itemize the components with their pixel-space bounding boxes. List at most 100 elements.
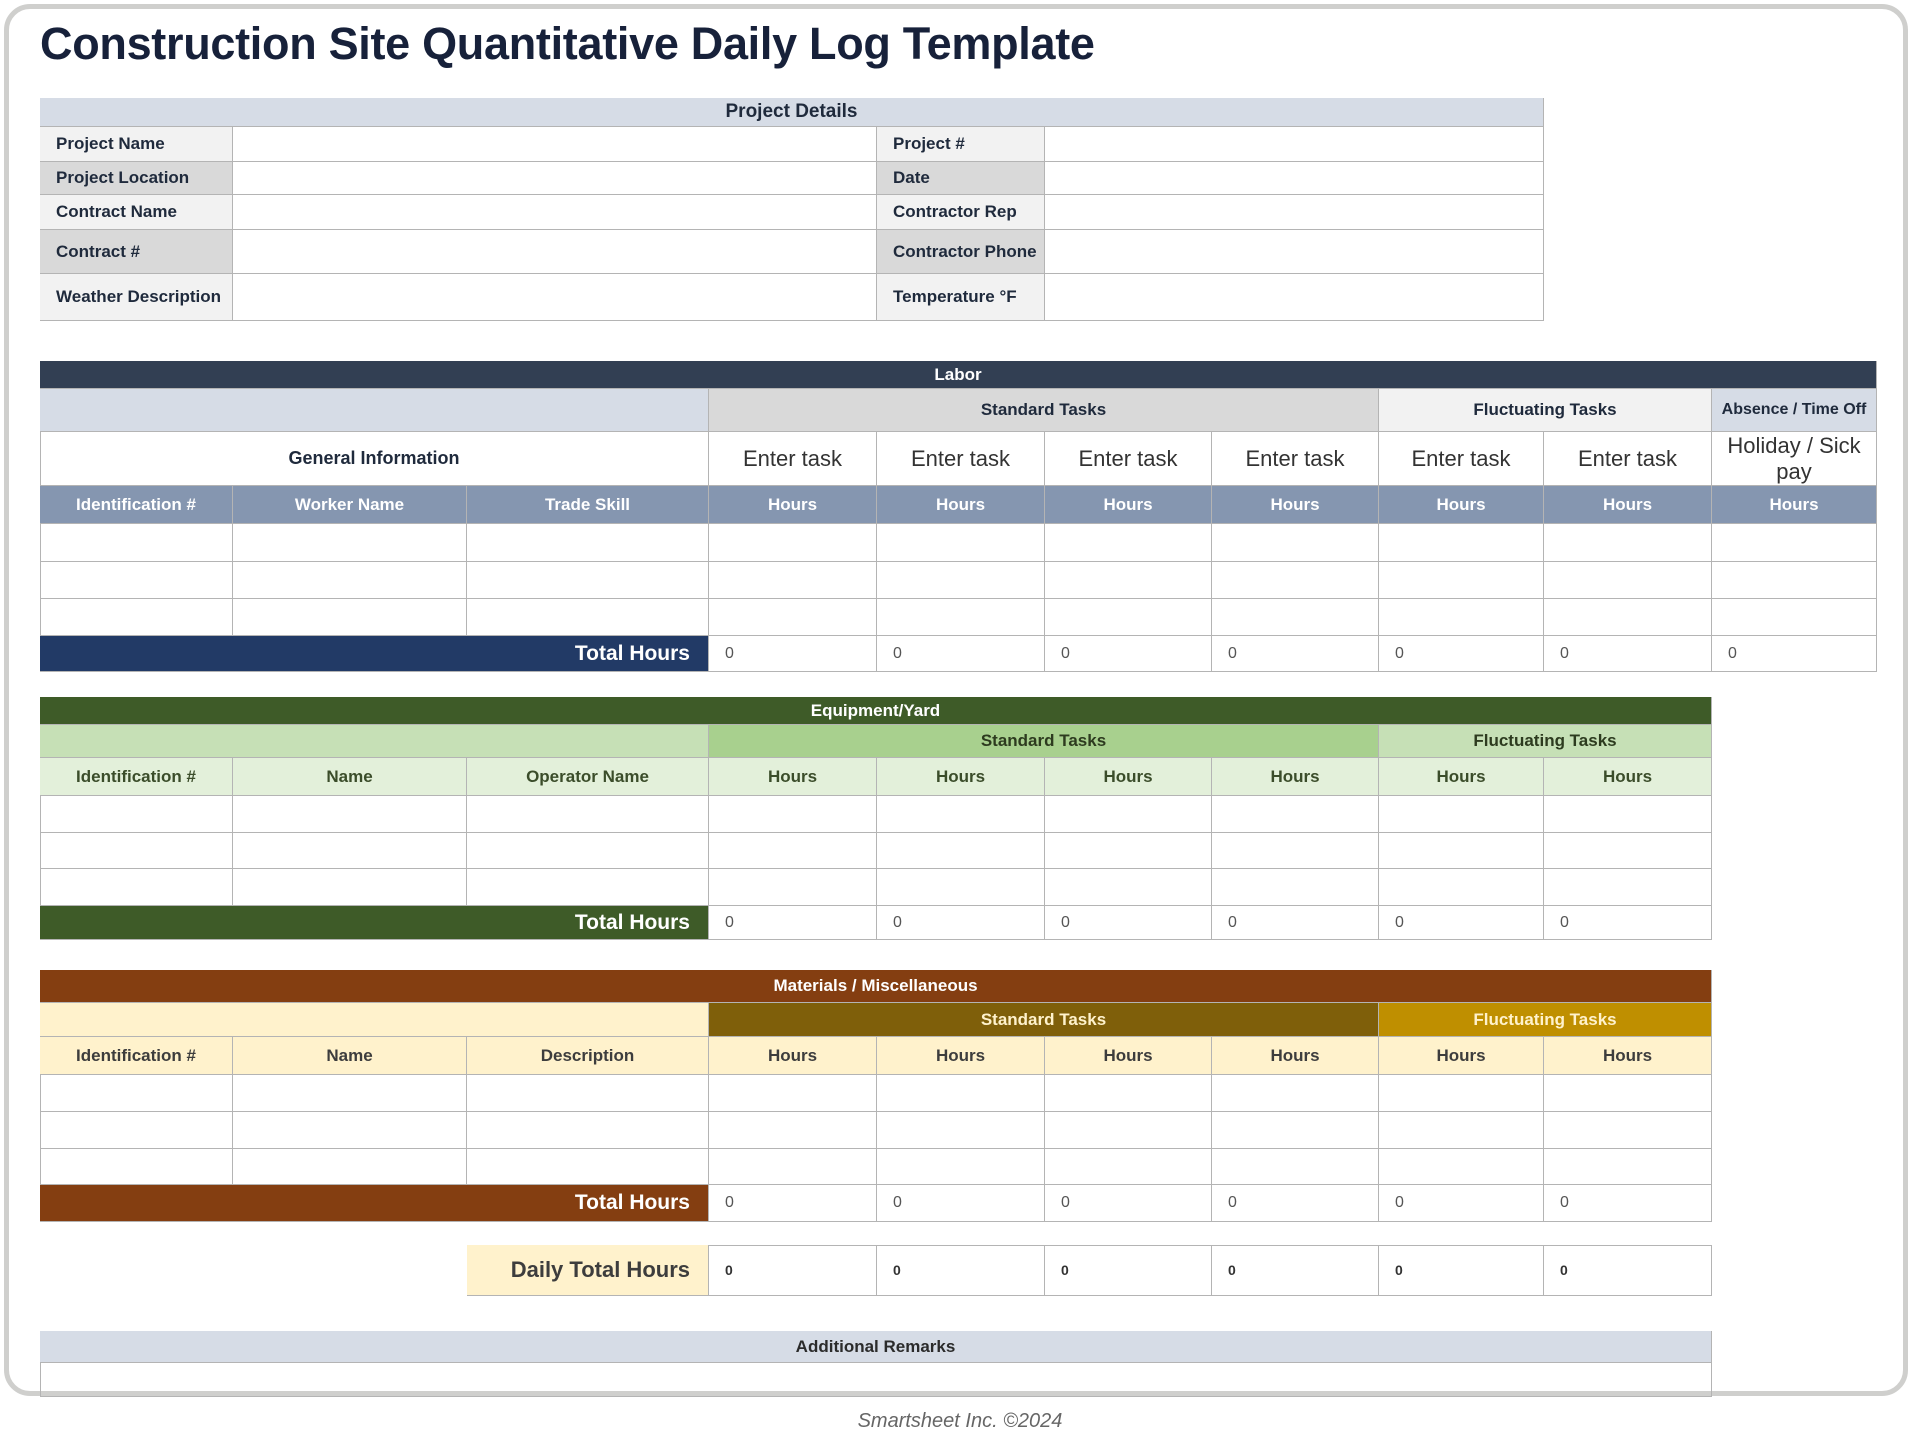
equipment-data-cell[interactable] [1544,796,1712,833]
materials-data-cell[interactable] [709,1075,877,1112]
labor-data-cell[interactable] [1544,524,1712,562]
labor-data-cell[interactable] [1712,524,1877,562]
materials-data-cell[interactable] [1544,1112,1712,1149]
labor-data-cell[interactable] [40,599,233,636]
materials-data-cell[interactable] [233,1112,467,1149]
equipment-data-cell[interactable] [1379,833,1544,869]
equipment-data-cell[interactable] [877,869,1045,906]
materials-data-cell[interactable] [40,1112,233,1149]
labor-data-cell[interactable] [1045,562,1212,599]
labor-data-cell[interactable] [1379,599,1544,636]
materials-data-cell[interactable] [877,1112,1045,1149]
task-name-input[interactable]: Enter task [1212,432,1379,486]
field-input[interactable] [1045,230,1544,274]
equipment-data-cell[interactable] [233,833,467,869]
field-input[interactable] [233,127,877,162]
equipment-data-cell[interactable] [1045,869,1212,906]
task-name-input[interactable]: Enter task [1544,432,1712,486]
equipment-data-cell[interactable] [709,869,877,906]
task-name-input[interactable]: Enter task [1045,432,1212,486]
task-name-input[interactable]: Enter task [709,432,877,486]
materials-data-cell[interactable] [1379,1075,1544,1112]
equipment-data-cell[interactable] [1544,869,1712,906]
field-input[interactable] [233,230,877,274]
task-name-input[interactable]: Enter task [1379,432,1544,486]
materials-data-cell[interactable] [1379,1112,1544,1149]
materials-data-cell[interactable] [1212,1112,1379,1149]
labor-data-cell[interactable] [40,524,233,562]
field-input[interactable] [1045,274,1544,321]
equipment-data-cell[interactable] [709,833,877,869]
labor-data-cell[interactable] [709,599,877,636]
equipment-data-cell[interactable] [1379,869,1544,906]
field-input[interactable] [1045,162,1544,195]
equipment-data-cell[interactable] [709,796,877,833]
equipment-data-cell[interactable] [467,833,709,869]
labor-data-cell[interactable] [467,524,709,562]
materials-data-cell[interactable] [1544,1075,1712,1112]
labor-data-cell[interactable] [467,562,709,599]
labor-data-cell[interactable] [1212,562,1379,599]
labor-data-cell[interactable] [233,562,467,599]
labor-data-cell[interactable] [1544,562,1712,599]
labor-data-cell[interactable] [877,562,1045,599]
labor-data-cell[interactable] [1379,524,1544,562]
labor-data-cell[interactable] [1712,562,1877,599]
equipment-data-cell[interactable] [1212,796,1379,833]
equipment-data-cell[interactable] [1379,796,1544,833]
field-input[interactable] [1045,127,1544,162]
labor-data-cell[interactable] [709,524,877,562]
labor-data-cell[interactable] [233,524,467,562]
materials-data-cell[interactable] [1212,1075,1379,1112]
equipment-data-cell[interactable] [233,869,467,906]
equipment-data-cell[interactable] [1045,833,1212,869]
materials-data-cell[interactable] [709,1149,877,1185]
labor-data-cell[interactable] [709,562,877,599]
materials-data-cell[interactable] [467,1075,709,1112]
equipment-data-cell[interactable] [877,796,1045,833]
labor-data-cell[interactable] [1045,524,1212,562]
labor-data-cell[interactable] [233,599,467,636]
field-input[interactable] [233,162,877,195]
equipment-data-cell[interactable] [1212,869,1379,906]
materials-data-cell[interactable] [233,1075,467,1112]
task-name-input[interactable]: Holiday / Sick pay [1712,432,1877,486]
labor-data-cell[interactable] [1379,562,1544,599]
materials-data-cell[interactable] [40,1075,233,1112]
equipment-data-cell[interactable] [40,833,233,869]
materials-data-cell[interactable] [1544,1149,1712,1185]
equipment-data-cell[interactable] [40,796,233,833]
task-name-input[interactable]: Enter task [877,432,1045,486]
materials-data-cell[interactable] [1045,1112,1212,1149]
materials-data-cell[interactable] [877,1075,1045,1112]
materials-data-cell[interactable] [467,1112,709,1149]
equipment-data-cell[interactable] [1212,833,1379,869]
field-input[interactable] [233,274,877,321]
labor-data-cell[interactable] [1212,599,1379,636]
equipment-data-cell[interactable] [40,869,233,906]
materials-data-cell[interactable] [877,1149,1045,1185]
field-input[interactable] [233,195,877,230]
equipment-data-cell[interactable] [233,796,467,833]
additional-remarks-input[interactable] [40,1363,1712,1397]
equipment-data-cell[interactable] [467,869,709,906]
materials-data-cell[interactable] [1379,1149,1544,1185]
materials-data-cell[interactable] [467,1149,709,1185]
equipment-data-cell[interactable] [1045,796,1212,833]
labor-data-cell[interactable] [877,524,1045,562]
materials-data-cell[interactable] [1212,1149,1379,1185]
equipment-data-cell[interactable] [467,796,709,833]
labor-data-cell[interactable] [1712,599,1877,636]
equipment-data-cell[interactable] [877,833,1045,869]
labor-data-cell[interactable] [1544,599,1712,636]
labor-data-cell[interactable] [40,562,233,599]
labor-data-cell[interactable] [877,599,1045,636]
materials-data-cell[interactable] [233,1149,467,1185]
field-input[interactable] [1045,195,1544,230]
labor-data-cell[interactable] [1212,524,1379,562]
labor-data-cell[interactable] [467,599,709,636]
labor-data-cell[interactable] [1045,599,1212,636]
materials-data-cell[interactable] [40,1149,233,1185]
materials-data-cell[interactable] [1045,1149,1212,1185]
materials-data-cell[interactable] [1045,1075,1212,1112]
